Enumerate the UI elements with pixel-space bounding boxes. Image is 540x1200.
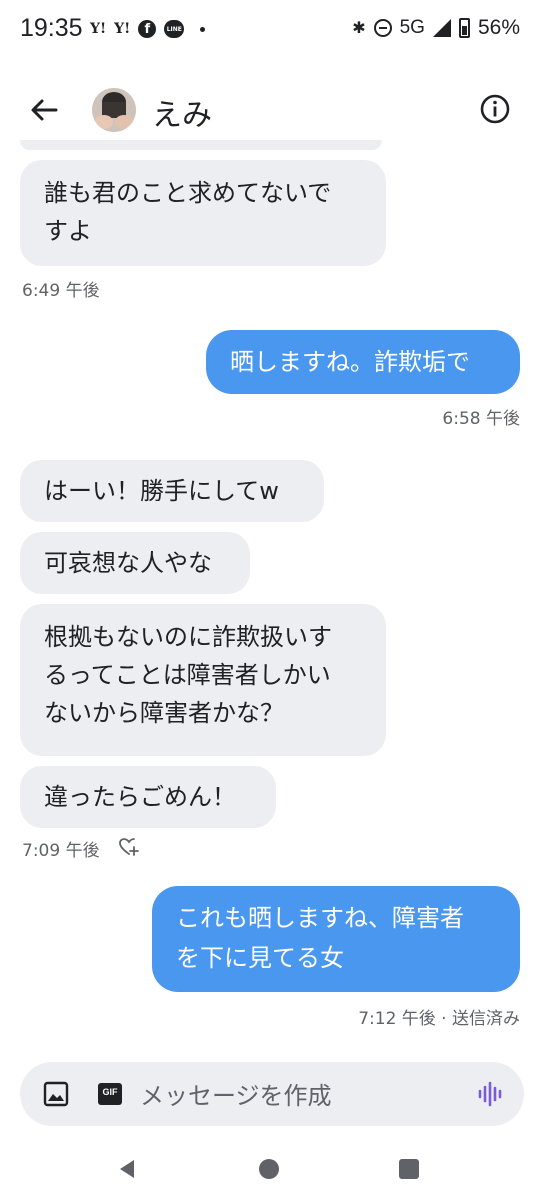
yahoo-icon: Y! — [114, 21, 131, 37]
incoming-message[interactable]: はーい！勝手にしてw — [20, 460, 324, 522]
conversation-header: えみ — [0, 76, 540, 146]
message-line: を下に見てる女 — [176, 944, 344, 972]
message-line: 違ったらごめん！ — [44, 783, 236, 811]
incoming-message[interactable]: 可哀想な人やな — [20, 532, 250, 594]
network-type: 5G — [399, 17, 425, 38]
nav-home-button[interactable] — [259, 1159, 279, 1179]
message-line: これも晒しますね、障害者 — [176, 904, 464, 932]
message-line: 誰も君のこと求めてないで — [44, 179, 332, 207]
incoming-message[interactable]: 根拠もないのに詐欺扱いす るってことは障害者しかい ないから障害者かな？ — [20, 604, 386, 756]
voice-waveform-icon — [478, 1081, 502, 1107]
triangle-back-icon — [120, 1160, 134, 1178]
status-time: 19:35 — [20, 14, 83, 42]
status-bar: 19:35 Y! Y! f LINE ✱ 5G 56% — [0, 0, 540, 60]
message-line: るってことは障害者しかい — [44, 661, 331, 689]
heart-plus-icon — [119, 838, 139, 856]
voice-message-button[interactable] — [476, 1080, 504, 1108]
attach-image-button[interactable] — [42, 1080, 70, 1108]
facebook-icon: f — [138, 20, 157, 38]
info-icon — [480, 94, 510, 124]
timestamp: 7:09 午後 — [22, 841, 100, 861]
outgoing-message[interactable]: これも晒しますね、障害者 を下に見てる女 — [152, 886, 520, 992]
notification-icons: Y! Y! f LINE — [90, 20, 206, 38]
message-line: 可哀想な人やな — [44, 549, 212, 577]
incoming-message[interactable]: 違ったらごめん！ — [20, 766, 276, 828]
system-icons: ✱ 5G 56% — [352, 16, 520, 40]
outgoing-message[interactable]: 晒しますね。詐欺垢で — [206, 330, 520, 394]
message-input[interactable]: メッセージを作成 — [140, 1076, 332, 1111]
message-line: ないから障害者かな？ — [44, 699, 284, 727]
timestamp: 7:12 午後 · 送信済み — [358, 1009, 520, 1029]
message-line: はーい！勝手にしてw — [44, 477, 279, 505]
message-line: 根拠もないのに詐欺扱いす — [44, 623, 332, 651]
gif-label: GIF — [102, 1087, 118, 1097]
back-button[interactable] — [24, 90, 64, 130]
nav-back-button[interactable] — [116, 1158, 138, 1184]
message-line: すよ — [44, 217, 92, 245]
arrow-left-icon — [31, 99, 58, 121]
timestamp: 6:58 午後 — [442, 409, 520, 429]
signal-icon — [432, 19, 451, 37]
more-notifications-dot — [200, 26, 206, 32]
info-button[interactable] — [478, 92, 512, 126]
timestamp: 6:49 午後 — [22, 281, 100, 301]
avatar[interactable] — [92, 88, 136, 132]
message-composer: GIF メッセージを作成 — [20, 1062, 524, 1126]
battery-icon — [458, 18, 470, 38]
contact-name[interactable]: えみ — [152, 90, 212, 134]
gif-button[interactable]: GIF — [96, 1081, 124, 1107]
nav-recents-button[interactable] — [399, 1159, 419, 1179]
line-icon: LINE — [164, 20, 185, 38]
avatar-photo — [92, 88, 136, 132]
bluetooth-icon: ✱ — [352, 20, 366, 37]
message-line: 晒しますね。詐欺垢で — [230, 348, 470, 376]
add-reaction-button[interactable] — [118, 836, 140, 858]
battery-percent: 56% — [477, 16, 520, 39]
image-icon — [43, 1081, 69, 1107]
do-not-disturb-icon — [373, 19, 392, 37]
yahoo-icon: Y! — [90, 21, 107, 37]
incoming-message[interactable]: 誰も君のこと求めてないで すよ — [20, 160, 386, 266]
previous-message-stub — [20, 140, 382, 150]
